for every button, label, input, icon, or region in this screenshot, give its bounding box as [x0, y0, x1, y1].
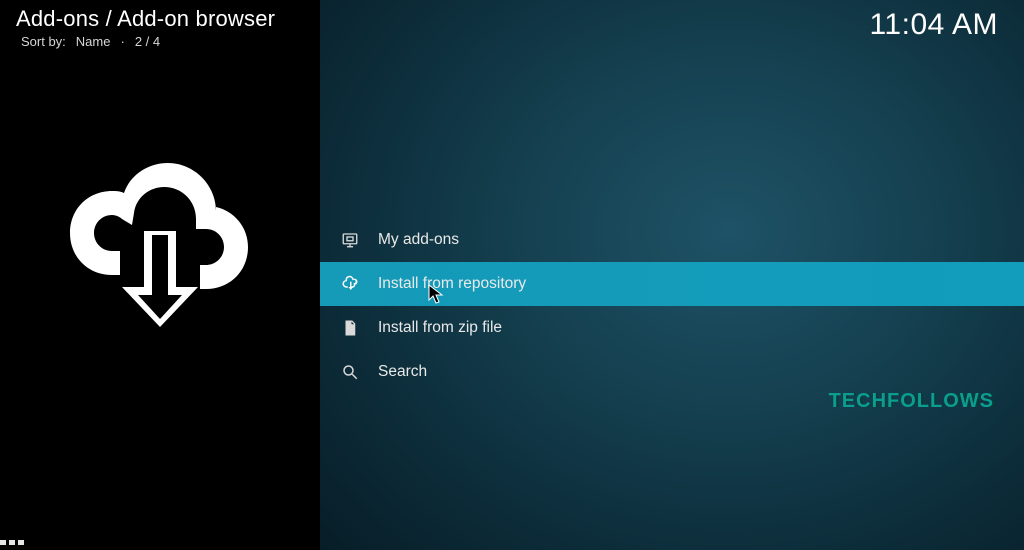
- footer-indicator: [0, 540, 26, 545]
- sort-status: Sort by: Name · 2 / 4: [16, 34, 165, 49]
- clock: 11:04 AM: [869, 8, 998, 42]
- menu-label: My add-ons: [378, 231, 459, 249]
- breadcrumb: Add-ons / Add-on browser: [16, 6, 275, 32]
- monitor-box-icon: [340, 230, 360, 250]
- menu-item-search[interactable]: Search: [320, 350, 1024, 394]
- separator-dot: ·: [120, 34, 124, 49]
- search-icon: [340, 362, 360, 382]
- cloud-download-icon: [340, 274, 360, 294]
- cloud-download-large-icon: [60, 135, 260, 335]
- sort-prefix: Sort by:: [21, 34, 66, 49]
- sort-value: Name: [76, 34, 111, 49]
- menu-item-install-zip[interactable]: Install from zip file: [320, 306, 1024, 350]
- menu-label: Install from zip file: [378, 319, 502, 337]
- menu-label: Search: [378, 363, 427, 381]
- addon-menu: My add-ons Install from repository Insta…: [320, 218, 1024, 394]
- watermark-text: TECHFOLLOWS: [829, 390, 994, 413]
- menu-label: Install from repository: [378, 275, 526, 293]
- menu-item-my-addons[interactable]: My add-ons: [320, 218, 1024, 262]
- item-counter: 2 / 4: [135, 34, 160, 49]
- menu-item-install-repository[interactable]: Install from repository: [320, 262, 1024, 306]
- zip-file-icon: [340, 318, 360, 338]
- sidebar-panel: [0, 0, 320, 550]
